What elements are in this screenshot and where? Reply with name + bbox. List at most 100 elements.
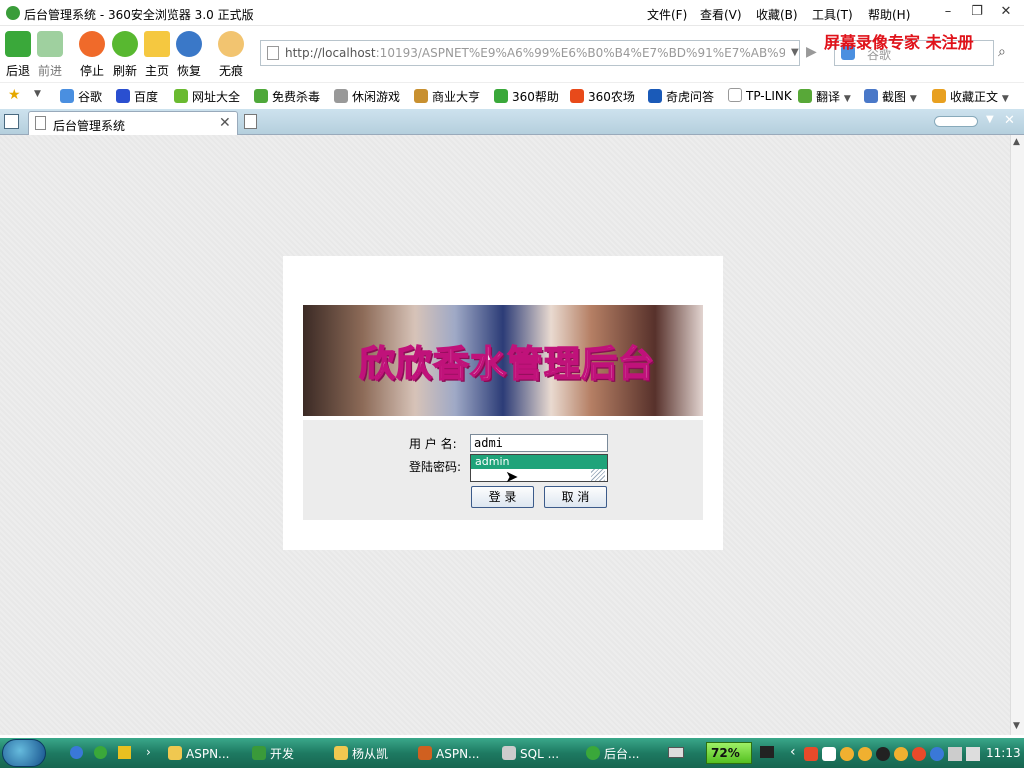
paw-icon [218,31,244,57]
tray-expand-icon[interactable]: ‹ [790,744,796,760]
stop-icon [79,31,105,57]
undo-icon [176,31,202,57]
fav-games[interactable]: 休闲游戏 [334,88,400,105]
qq-icon[interactable] [858,747,872,761]
battery-indicator[interactable]: 72% [706,742,752,764]
menu-favorites[interactable]: 收藏(B) [756,6,798,23]
home-icon [144,31,170,57]
forward-button[interactable]: 前进 [35,26,65,79]
task-aspnet-folder[interactable]: ASPN... [168,743,229,765]
start-button[interactable] [2,739,46,767]
close-all-tabs-icon[interactable]: ✕ [1004,113,1015,128]
folder-icon [334,746,348,760]
screenshot-button[interactable]: 截图 ▼ [864,88,917,105]
menu-view[interactable]: 查看(V) [700,6,742,23]
recorder-watermark: 屏幕录像专家 未注册 [824,33,974,52]
qq-icon[interactable] [894,747,908,761]
ie-icon[interactable] [70,746,83,759]
collect-icon [932,89,946,103]
menu-help[interactable]: 帮助(H) [868,6,910,23]
baidu-icon [116,89,130,103]
task-admin-browser[interactable]: 后台... [586,743,639,765]
stop-button[interactable]: 停止 [77,26,107,79]
clock[interactable]: 11:13 [986,746,1021,760]
flower-icon [570,89,584,103]
fav-url-directory[interactable]: 网址大全 [174,88,240,105]
forward-label: 前进 [37,64,62,78]
vertical-scrollbar[interactable]: ▲ ▼ [1010,135,1024,735]
fav-qihoo-qa[interactable]: 奇虎问答 [648,88,714,105]
business-icon [414,89,428,103]
fav-360-farm[interactable]: 360农场 [570,88,635,105]
login-banner: 欣欣香水管理后台 [303,305,703,416]
fav-antivirus[interactable]: 免费杀毒 [254,88,320,105]
quicklaunch-icon[interactable] [118,746,131,759]
private-label: 无痕 [218,64,243,78]
tray-app-icon[interactable] [804,747,818,761]
network-icon[interactable] [930,747,944,761]
go-icon[interactable]: ▶ [806,44,817,60]
360-browser-icon [586,746,600,760]
safely-remove-icon[interactable] [966,747,980,761]
restore-icon[interactable]: ❐ [970,5,984,19]
refresh-icon [112,31,138,57]
tab-admin-system[interactable]: 后台管理系统 ✕ [28,111,238,135]
fav-tp-link[interactable]: TP-LINK [728,88,792,103]
page-icon [728,88,742,102]
qq-icon[interactable] [876,747,890,761]
translate-button[interactable]: 翻译 ▼ [798,88,851,105]
task-aspnet-vs[interactable]: ASPN... [418,743,479,765]
directory-icon [174,89,188,103]
new-tab-icon[interactable] [244,114,257,129]
scroll-up-icon[interactable]: ▲ [1013,137,1020,147]
search-icon[interactable]: ⌕ [998,44,1006,60]
browser-logo-icon [6,6,20,20]
tab-bar: 后台管理系统 ✕ ▼ ✕ [0,109,1024,135]
private-mode-button[interactable]: 无痕 [216,26,246,79]
tab-list-dropdown-icon[interactable]: ▼ [986,114,994,125]
password-label: 登陆密码: [409,460,462,474]
task-yang[interactable]: 杨从凯 [334,743,388,765]
tree-icon [252,746,266,760]
scroll-down-icon[interactable]: ▼ [1013,721,1020,731]
login-button[interactable]: 登 录 [471,486,534,508]
quicklaunch-expand-icon[interactable]: › [146,745,151,759]
fav-baidu[interactable]: 百度 [116,88,158,105]
tab-slider[interactable] [934,116,978,127]
qq-icon[interactable] [840,747,854,761]
collect-text-button[interactable]: 收藏正文 ▼ [932,88,1009,105]
sidebar-toggle-icon[interactable] [4,114,19,129]
qq-icon[interactable] [912,747,926,761]
tray-app-icon[interactable] [822,747,836,761]
fav-google[interactable]: 谷歌 [60,88,102,105]
tab-close-icon[interactable]: ✕ [219,115,231,131]
close-icon[interactable]: ✕ [999,5,1013,19]
menu-file[interactable]: 文件(F) [647,6,687,23]
volume-icon[interactable] [948,747,962,761]
fav-360-help[interactable]: 360帮助 [494,88,559,105]
power-plug-icon[interactable] [760,746,774,758]
forward-arrow-icon [37,31,63,57]
address-bar[interactable]: http://localhost:10193/ASPNET%E9%A6%99%E… [260,40,800,66]
login-form: 用 户 名: 登陆密码: admi admin ➤ 登 录 取 消 [303,420,703,520]
gamepad-icon [334,89,348,103]
autocomplete-dropdown: admin ➤ [470,454,608,485]
resize-grip-icon[interactable] [591,469,605,481]
task-sql[interactable]: SQL ... [502,743,559,765]
menu-tools[interactable]: 工具(T) [812,6,853,23]
minimize-icon[interactable]: – [941,5,955,19]
page-icon [35,116,46,130]
back-arrow-icon [5,31,31,57]
fav-business[interactable]: 商业大亨 [414,88,480,105]
restore-tab-button[interactable]: 恢复 [174,26,204,79]
keyboard-icon[interactable] [668,747,684,758]
task-dev[interactable]: 开发 [252,743,294,765]
360-browser-icon[interactable] [94,746,107,759]
cancel-button[interactable]: 取 消 [544,486,607,508]
address-dropdown-icon[interactable]: ▼ [791,47,799,58]
favorites-dropdown-icon[interactable]: ▼ [34,89,41,99]
autocomplete-option-admin[interactable]: admin [471,455,607,469]
star-icon[interactable]: ★ [8,87,21,103]
username-field[interactable]: admi [470,434,608,452]
banner-title: 欣欣香水管理后台 [358,342,656,386]
